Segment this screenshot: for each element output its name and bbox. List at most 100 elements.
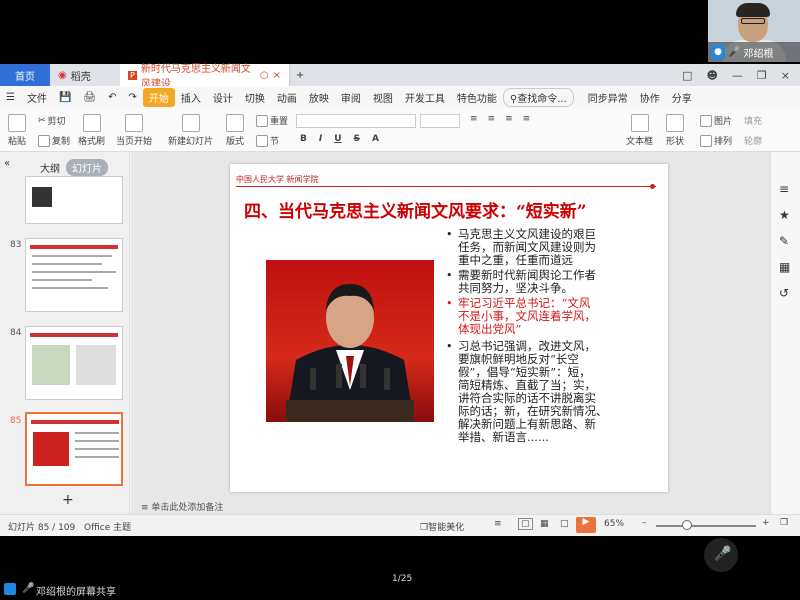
ribbon-toolbar: 粘贴 ✂ 剪切 复制 格式刷 当页开始 新建幻灯片 版式 重置 节 BIUSA ≡… — [0, 108, 800, 152]
window-list-icon[interactable]: □ — [682, 69, 692, 82]
tab-document[interactable]: P 新时代马克思主义新闻文风建设 ○ × — [120, 64, 290, 90]
sync-status[interactable]: 同步异常 — [582, 90, 634, 105]
sorter-view-icon[interactable]: ▦ — [540, 519, 549, 529]
print-icon[interactable]: 🖨 — [77, 92, 102, 103]
bullet-3: • 牢记习近平总书记：“文风 不是小事，文风连着学风， 体现出党风” — [446, 296, 596, 336]
hamburger-icon[interactable]: ☰ — [0, 92, 21, 103]
bullet-4: • 习总书记强调，改进文风， 要旗帜鲜明地反对“长空 假”，倡导“短实新”：短， 简短… — [446, 339, 608, 444]
collab-button[interactable]: 协作 — [634, 90, 666, 105]
mute-button[interactable]: 🎤 — [704, 538, 738, 572]
copy-button[interactable]: 复制 — [38, 134, 70, 147]
close-icon[interactable]: × — [273, 70, 281, 81]
tab-daoke[interactable]: ◉ 稻壳 — [50, 64, 120, 86]
outline-button[interactable]: 轮廓 — [744, 134, 762, 147]
font-style-buttons[interactable]: BIUSA — [300, 134, 379, 144]
cut-button[interactable]: ✂ 剪切 — [38, 114, 66, 128]
section-button[interactable]: 节 — [256, 134, 279, 147]
zoom-out-button[interactable]: – — [642, 518, 647, 528]
close-tab-icon[interactable]: ○ — [260, 70, 269, 81]
mic-icon: 🎤 — [728, 46, 741, 58]
theme-name: Office 主题 — [84, 523, 132, 533]
webcam-video: ● 🎤 邓绍根 — [708, 0, 800, 62]
slide-thumb-85[interactable] — [25, 412, 123, 486]
new-tab-button[interactable]: + — [290, 64, 310, 86]
slide-thumb-82[interactable] — [25, 176, 123, 224]
slide-title: 四、当代马克思主义新闻文风要求：“短实新” — [244, 202, 587, 222]
redo-icon[interactable]: ↷ — [123, 92, 143, 103]
tab-home[interactable]: 首页 — [0, 64, 50, 86]
picture-button[interactable]: 图片 — [700, 114, 732, 127]
minimize-icon[interactable]: — — [732, 69, 743, 82]
speaker-photo — [266, 260, 434, 422]
menu-review[interactable]: 审阅 — [335, 90, 367, 105]
ppt-icon: P — [128, 70, 137, 80]
notes-area[interactable]: ≡ 单击此处添加备注 — [131, 500, 771, 514]
menu-animation[interactable]: 动画 — [271, 90, 303, 105]
design-icon[interactable]: ✎ — [779, 234, 789, 248]
play-from-current-button[interactable]: 当页开始 — [116, 114, 152, 147]
mic-muted-icon: 🎤 — [714, 546, 732, 562]
paste-button[interactable]: 粘贴 — [8, 114, 26, 147]
collapse-panel-icon[interactable]: « — [4, 158, 10, 169]
header-rule-dot — [650, 184, 655, 189]
reset-button[interactable]: 重置 — [256, 114, 288, 127]
font-size-select[interactable] — [420, 114, 460, 128]
menu-design[interactable]: 设计 — [207, 90, 239, 105]
menu-view[interactable]: 视图 — [367, 90, 399, 105]
header-rule — [236, 186, 656, 187]
zoom-level[interactable]: 65% — [604, 519, 624, 529]
mic-icon: 🎤 — [22, 583, 35, 594]
restore-icon[interactable]: ❐ — [757, 69, 767, 82]
menu-developer[interactable]: 开发工具 — [399, 90, 451, 105]
right-toolbar: ≡ ★ ✎ ▦ ↺ — [770, 152, 800, 514]
arrange-button[interactable]: 排列 — [700, 134, 732, 147]
slide-thumb-84[interactable] — [25, 326, 123, 400]
status-bar: 幻灯片 85 / 109 Office 主题 ❒智能美化 ≡ ▢ ▦ □ ▶ 6… — [0, 514, 800, 536]
undo-icon[interactable]: ↶ — [102, 92, 122, 103]
font-name-select[interactable] — [296, 114, 416, 128]
fit-window-icon[interactable]: ❒ — [780, 518, 788, 528]
paragraph-buttons[interactable]: ≡ ≡ ≡ ≡ — [470, 114, 530, 124]
search-command[interactable]: ⚲查找命令... — [502, 87, 574, 107]
animation-icon[interactable]: ★ — [779, 208, 790, 222]
layout-button[interactable]: 版式 — [226, 114, 244, 147]
user-icon — [4, 583, 16, 595]
slide-number: 83 — [10, 240, 22, 250]
play-slideshow-button[interactable]: ▶ — [576, 517, 596, 533]
menu-insert[interactable]: 插入 — [175, 90, 207, 105]
zoom-slider-thumb[interactable] — [682, 520, 692, 530]
participant-name: 邓绍根 — [743, 48, 774, 60]
avatar[interactable]: ☻ — [706, 69, 717, 82]
tab-outline[interactable]: 大纲 — [40, 160, 60, 175]
slide-thumb-83[interactable] — [25, 238, 123, 312]
save-icon[interactable]: 💾 — [53, 92, 77, 103]
normal-view-icon[interactable]: ▢ — [518, 518, 533, 530]
share-button[interactable]: 分享 — [666, 90, 698, 105]
properties-icon[interactable]: ≡ — [779, 182, 789, 196]
textbox-button[interactable]: 文本框 — [626, 114, 653, 147]
format-painter-button[interactable]: 格式刷 — [78, 114, 105, 147]
zoom-in-button[interactable]: + — [762, 518, 770, 528]
menu-file[interactable]: 文件 — [21, 90, 53, 105]
bullet-1: • 马克思主义文风建设的艰巨 任务，而新闻文风建设则为 重中之重，任重而道远 — [446, 227, 596, 267]
slide[interactable]: 中国人民大学 新闻学院 四、当代马克思主义新闻文风要求：“短实新” • 马克思主… — [230, 164, 668, 492]
shape-button[interactable]: 形状 — [666, 114, 684, 147]
reading-view-icon[interactable]: □ — [560, 519, 569, 529]
add-slide-button[interactable]: + — [62, 492, 74, 508]
fill-button[interactable]: 填充 — [744, 114, 762, 127]
webcam-name-tag: ● 🎤 邓绍根 — [708, 42, 800, 62]
smart-beautify-button[interactable]: ❒智能美化 — [420, 520, 464, 533]
zoom-slider[interactable] — [656, 525, 756, 527]
notes-toggle-icon[interactable]: ≡ — [494, 519, 502, 529]
close-window-icon[interactable]: × — [781, 69, 790, 82]
menu-slideshow[interactable]: 放映 — [303, 90, 335, 105]
backup-icon[interactable]: ↺ — [779, 286, 789, 300]
new-slide-button[interactable]: 新建幻灯片 — [168, 114, 213, 147]
menu-transition[interactable]: 切换 — [239, 90, 271, 105]
menu-home[interactable]: 开始 — [142, 87, 175, 107]
menu-features[interactable]: 特色功能 — [451, 90, 503, 105]
slide-counter: 幻灯片 85 / 109 — [8, 523, 76, 533]
daoke-icon: ◉ — [58, 69, 67, 81]
tab-slides[interactable]: 幻灯片 — [66, 159, 108, 176]
template-icon[interactable]: ▦ — [779, 260, 790, 274]
